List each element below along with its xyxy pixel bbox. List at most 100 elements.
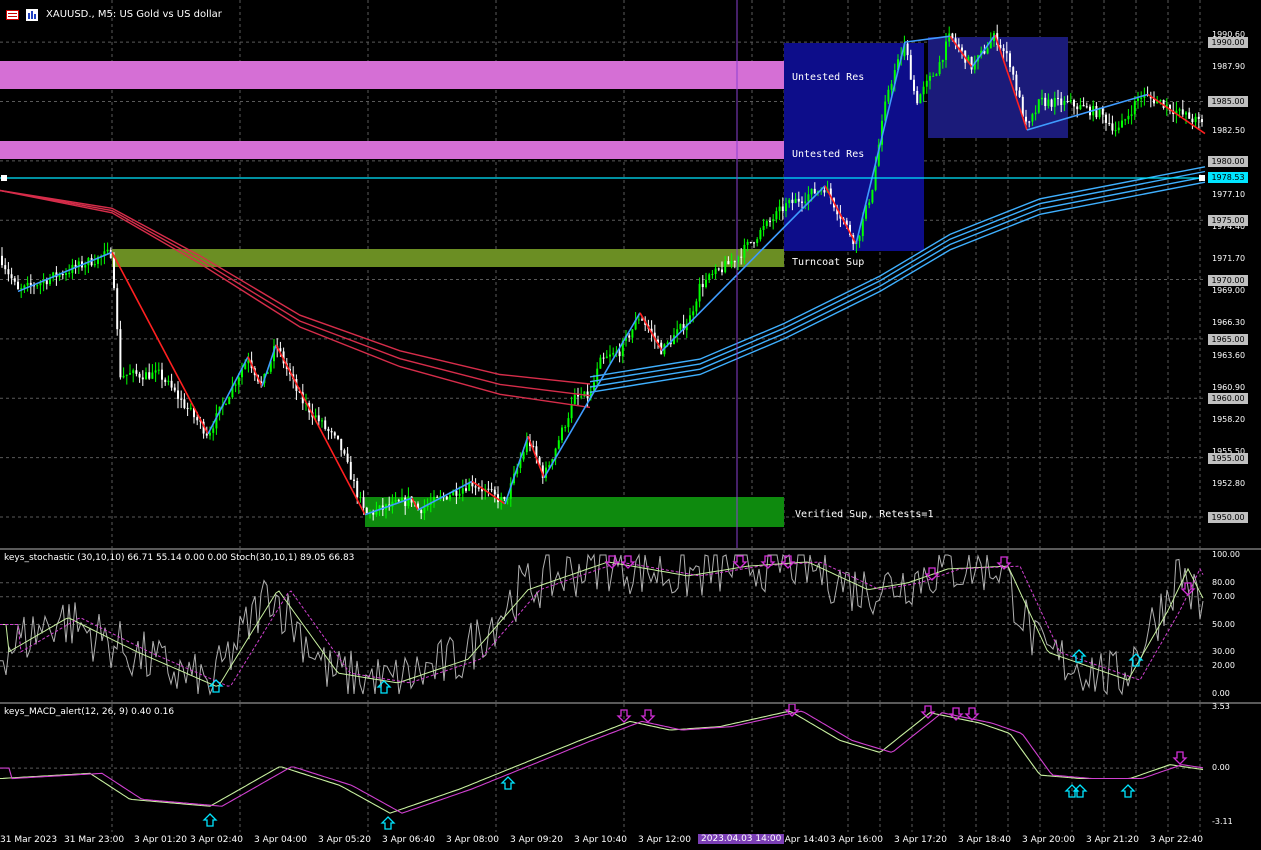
- candle-body: [93, 263, 96, 266]
- candle-body: [922, 86, 925, 95]
- candle-body: [724, 261, 727, 273]
- candle-body: [183, 399, 186, 408]
- turncoat-sup-zone: [112, 249, 784, 267]
- price-axis-label: 1952.80: [1212, 478, 1246, 488]
- candle-body: [1117, 127, 1120, 131]
- candle-body: [932, 75, 935, 77]
- candle-body: [314, 415, 317, 418]
- macd-svg: [0, 704, 1205, 832]
- candle-body: [330, 431, 333, 433]
- price-axis-label: 1987.90: [1212, 62, 1246, 72]
- candle-body: [36, 285, 39, 287]
- candle-body: [1098, 108, 1101, 118]
- candle-body: [173, 387, 176, 391]
- candle-body: [356, 480, 359, 498]
- candle-body: [612, 352, 615, 355]
- candle-body: [1185, 112, 1187, 115]
- candle-body: [26, 282, 29, 286]
- candle-body: [868, 202, 871, 206]
- ma-red-line: [0, 189, 591, 397]
- candle-body: [1127, 115, 1130, 120]
- candle-body: [759, 230, 762, 240]
- time-axis-label: 3 Apr 17:20: [894, 835, 947, 845]
- candle-body: [935, 74, 938, 76]
- candle-body: [458, 493, 461, 496]
- candle-body: [772, 219, 775, 222]
- candle-body: [577, 394, 579, 397]
- candle-body: [404, 497, 407, 506]
- candle-body: [234, 384, 237, 386]
- candle-body: [970, 56, 973, 70]
- candle-body: [135, 370, 138, 374]
- candle-body: [321, 420, 323, 422]
- candle-body: [721, 269, 723, 273]
- candle-body: [887, 89, 890, 102]
- candle-body: [503, 497, 506, 499]
- untested-res-zone: [0, 141, 784, 159]
- candle-body: [125, 374, 128, 376]
- candle-body: [705, 279, 707, 288]
- candle-body: [1015, 74, 1018, 91]
- candle-body: [1194, 116, 1197, 123]
- time-axis-label: 3 Apr 20:00: [1022, 835, 1075, 845]
- candle-body: [692, 311, 695, 316]
- candle-body: [810, 188, 813, 195]
- candle-body: [138, 373, 141, 378]
- candle-body: [141, 377, 144, 380]
- candle-body: [394, 500, 397, 502]
- candle-body: [116, 288, 119, 330]
- candle-body: [129, 373, 131, 375]
- zigzag-down-leg: [275, 344, 366, 515]
- price-axis-label: 1977.10: [1212, 190, 1246, 200]
- candle-body: [1108, 122, 1111, 124]
- candle-body: [801, 201, 803, 203]
- candle-body: [455, 490, 458, 496]
- candle-body: [333, 432, 336, 436]
- candle-body: [1060, 98, 1063, 105]
- candle-body: [925, 80, 928, 87]
- candle-body: [753, 242, 755, 244]
- candle-body: [1130, 114, 1133, 116]
- candle-body: [762, 226, 765, 231]
- zone-label-turncoat-sup: Turncoat Sup: [792, 257, 865, 268]
- candle-body: [788, 199, 791, 204]
- stoch-buy-arrow: [1071, 649, 1087, 663]
- time-axis-label: 3 Apr 06:40: [382, 835, 435, 845]
- macd-pane[interactable]: keys_MACD_alert(12, 26, 9) 0.40 0.16 3.5…: [0, 702, 1261, 832]
- candle-body: [743, 244, 746, 258]
- price-chart-svg[interactable]: [0, 0, 1261, 548]
- chart-mode-icon[interactable]: [26, 9, 38, 21]
- candle-body: [1005, 50, 1008, 54]
- line-handle: [1, 175, 7, 181]
- candle-body: [858, 236, 861, 241]
- candle-body: [1053, 97, 1056, 107]
- candle-body: [797, 198, 800, 202]
- time-axis-label: 3 Apr 16:00: [830, 835, 883, 845]
- candle-body: [189, 407, 192, 409]
- candle-body: [1121, 120, 1123, 128]
- stochastic-pane[interactable]: keys_stochastic (30,10,10) 66.71 55.14 0…: [0, 550, 1261, 702]
- price-axis-label: 1982.50: [1212, 126, 1246, 136]
- stochastic-axis-label: 0.00: [1212, 689, 1230, 698]
- candle-body: [180, 398, 183, 400]
- candle-body: [765, 221, 768, 227]
- time-axis-label: 3 Apr 05:20: [318, 835, 371, 845]
- candle-body: [561, 427, 563, 441]
- candle-body: [778, 206, 781, 212]
- candle-body: [465, 488, 467, 491]
- price-chart-pane[interactable]: XAUUSD., M5: US Gold vs US dollar Untest…: [0, 0, 1261, 548]
- candle-body: [161, 369, 163, 380]
- candle-body: [145, 372, 147, 380]
- candle-body: [487, 488, 490, 490]
- chart-window-icon[interactable]: [6, 10, 19, 20]
- candle-body: [1, 255, 3, 266]
- candle-body: [209, 432, 211, 436]
- candle-body: [749, 241, 752, 243]
- price-level-box: 1970.00: [1208, 274, 1248, 286]
- candle-body: [714, 268, 717, 274]
- candle-body: [13, 278, 16, 282]
- candle-body: [781, 206, 784, 212]
- candle-body: [1041, 97, 1043, 100]
- price-level-box: 1960.00: [1208, 393, 1248, 405]
- candle-body: [1031, 114, 1034, 122]
